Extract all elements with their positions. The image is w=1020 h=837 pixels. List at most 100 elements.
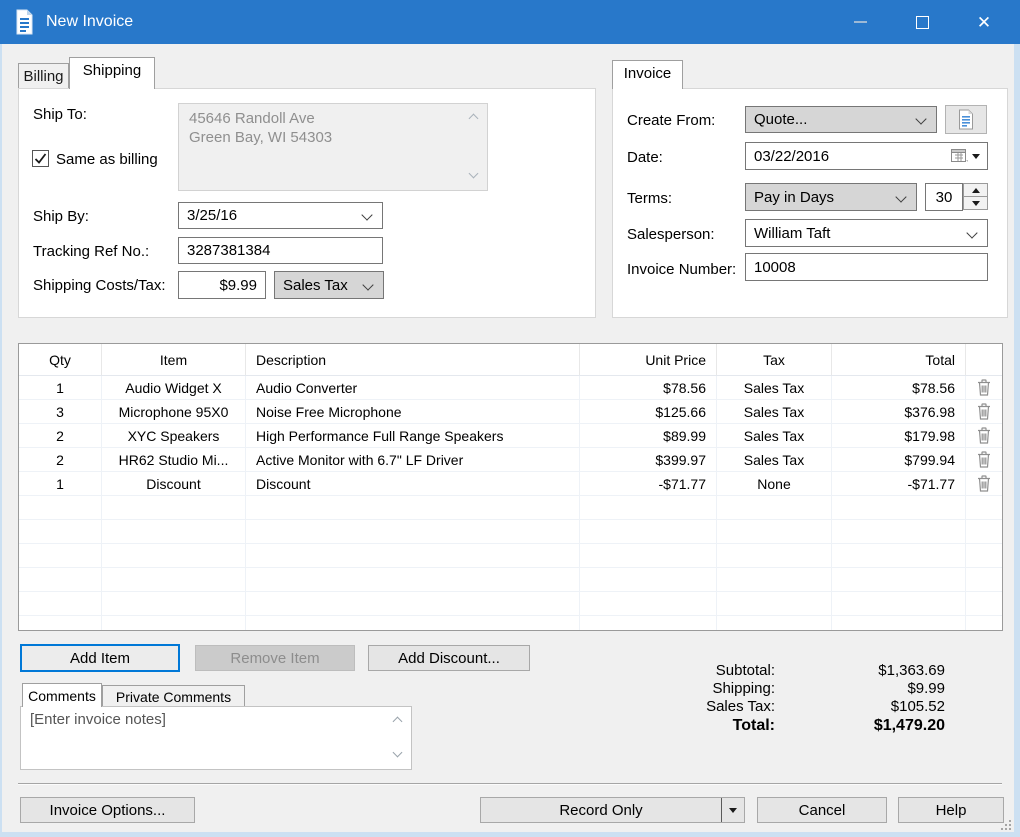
tab-billing[interactable]: Billing — [18, 63, 69, 88]
window-title: New Invoice — [46, 0, 133, 44]
down-arrow-icon — [972, 201, 980, 206]
check-icon — [34, 152, 47, 165]
line-items-table: Qty Item Description Unit Price Tax Tota… — [18, 343, 1003, 631]
trash-icon[interactable] — [977, 379, 991, 396]
cell-item: HR62 Studio Mi... — [102, 448, 246, 471]
shipping-tax-value: Sales Tax — [283, 277, 348, 294]
terms-value: Pay in Days — [754, 189, 834, 206]
shipping-cost-value: $9.99 — [219, 277, 257, 294]
column-header-tax[interactable]: Tax — [717, 344, 832, 375]
close-button[interactable]: ✕ — [953, 0, 1015, 44]
trash-icon[interactable] — [977, 451, 991, 468]
subtotal-label: Subtotal: — [625, 662, 775, 679]
shipping-tax-combobox[interactable]: Sales Tax — [274, 271, 384, 299]
title-bar: New Invoice ✕ — [0, 0, 1020, 44]
maximize-button[interactable] — [891, 0, 953, 44]
total-row: Total: $1,479.20 — [625, 715, 945, 736]
cell-qty: 1 — [19, 472, 102, 495]
invoice-number-label: Invoice Number: — [627, 261, 736, 278]
column-header-qty[interactable]: Qty — [19, 344, 102, 375]
up-arrow-icon — [972, 188, 980, 193]
date-picker-control[interactable] — [951, 149, 980, 164]
invoice-number-input[interactable]: 10008 — [745, 253, 988, 281]
spinner-up-button[interactable] — [963, 183, 988, 197]
column-header-description[interactable]: Description — [246, 344, 580, 375]
column-header-item[interactable]: Item — [102, 344, 246, 375]
table-row-empty — [19, 592, 1002, 616]
cell-unit-price: $89.99 — [580, 424, 717, 447]
minimize-button — [829, 0, 891, 44]
create-from-document-button[interactable] — [945, 105, 987, 134]
table-row[interactable]: 3 Microphone 95X0 Noise Free Microphone … — [19, 400, 1002, 424]
help-button[interactable]: Help — [898, 797, 1004, 823]
cell-qty: 1 — [19, 376, 102, 399]
add-discount-button[interactable]: Add Discount... — [368, 645, 530, 671]
cell-total: $78.56 — [832, 376, 966, 399]
footer-divider — [18, 783, 1002, 785]
table-row[interactable]: 2 XYC Speakers High Performance Full Ran… — [19, 424, 1002, 448]
date-input[interactable]: 03/22/2016 — [745, 142, 988, 170]
create-from-combobox[interactable]: Quote... — [745, 106, 937, 133]
table-row[interactable]: 1 Discount Discount -$71.77 None -$71.77 — [19, 472, 1002, 496]
add-item-button[interactable]: Add Item — [20, 644, 180, 672]
scroll-down-icon[interactable] — [469, 169, 479, 179]
record-only-split-button: Record Only — [480, 797, 745, 823]
ship-by-label: Ship By: — [33, 208, 89, 225]
cancel-button[interactable]: Cancel — [757, 797, 887, 823]
cell-total: $799.94 — [832, 448, 966, 471]
ship-by-combobox[interactable]: 3/25/16 — [178, 202, 383, 229]
salesperson-combobox[interactable]: William Taft — [745, 219, 988, 247]
date-value: 03/22/2016 — [754, 148, 829, 165]
shipping-label: Shipping: — [625, 680, 775, 697]
window-border-right — [1014, 44, 1020, 837]
tracking-ref-label: Tracking Ref No.: — [33, 243, 149, 260]
table-row-empty — [19, 496, 1002, 520]
column-header-unit-price[interactable]: Unit Price — [580, 344, 717, 375]
calendar-icon — [951, 149, 968, 164]
terms-days-input[interactable]: 30 — [925, 183, 963, 211]
tracking-ref-input[interactable]: 3287381384 — [178, 237, 383, 264]
trash-icon[interactable] — [977, 475, 991, 492]
trash-icon[interactable] — [977, 403, 991, 420]
maximize-icon — [916, 16, 929, 29]
invoice-options-button[interactable]: Invoice Options... — [20, 797, 195, 823]
scroll-up-icon[interactable] — [393, 717, 403, 727]
same-as-billing-checkbox[interactable] — [32, 150, 49, 167]
chevron-down-icon — [966, 227, 977, 238]
invoice-number-value: 10008 — [754, 259, 796, 276]
table-row-empty — [19, 616, 1002, 631]
sales-tax-label: Sales Tax: — [625, 698, 775, 715]
ship-to-line-1: 45646 Randoll Ave — [189, 109, 315, 128]
cell-description: Discount — [246, 472, 580, 495]
spinner-down-button[interactable] — [963, 196, 988, 210]
column-header-total[interactable]: Total — [832, 344, 966, 375]
record-only-button[interactable]: Record Only — [481, 798, 721, 822]
tab-shipping[interactable]: Shipping — [69, 57, 155, 89]
tab-private-comments[interactable]: Private Comments — [102, 685, 245, 707]
ship-to-line-2: Green Bay, WI 54303 — [189, 128, 332, 147]
record-only-dropdown[interactable] — [721, 798, 744, 822]
invoice-document-icon — [14, 9, 34, 40]
tab-comments[interactable]: Comments — [22, 683, 102, 707]
cell-item: XYC Speakers — [102, 424, 246, 447]
shipping-row: Shipping: $9.99 — [625, 679, 945, 697]
cell-delete — [966, 472, 1002, 495]
scroll-down-icon[interactable] — [393, 748, 403, 758]
cell-delete — [966, 376, 1002, 399]
window-border-bottom — [0, 832, 1020, 837]
table-row[interactable]: 1 Audio Widget X Audio Converter $78.56 … — [19, 376, 1002, 400]
table-row[interactable]: 2 HR62 Studio Mi... Active Monitor with … — [19, 448, 1002, 472]
invoice-notes-textarea[interactable]: [Enter invoice notes] — [20, 706, 412, 770]
shipping-cost-input[interactable]: $9.99 — [178, 271, 266, 299]
terms-combobox[interactable]: Pay in Days — [745, 183, 917, 211]
cell-description: Audio Converter — [246, 376, 580, 399]
salesperson-label: Salesperson: — [627, 226, 715, 243]
ship-to-address-box: 45646 Randoll Ave Green Bay, WI 54303 — [178, 103, 488, 191]
window-border-left — [0, 44, 2, 837]
dropdown-arrow-icon — [972, 154, 980, 159]
tab-invoice[interactable]: Invoice — [612, 60, 683, 89]
cell-qty: 3 — [19, 400, 102, 423]
scroll-up-icon[interactable] — [469, 114, 479, 124]
trash-icon[interactable] — [977, 427, 991, 444]
salesperson-value: William Taft — [754, 225, 830, 242]
